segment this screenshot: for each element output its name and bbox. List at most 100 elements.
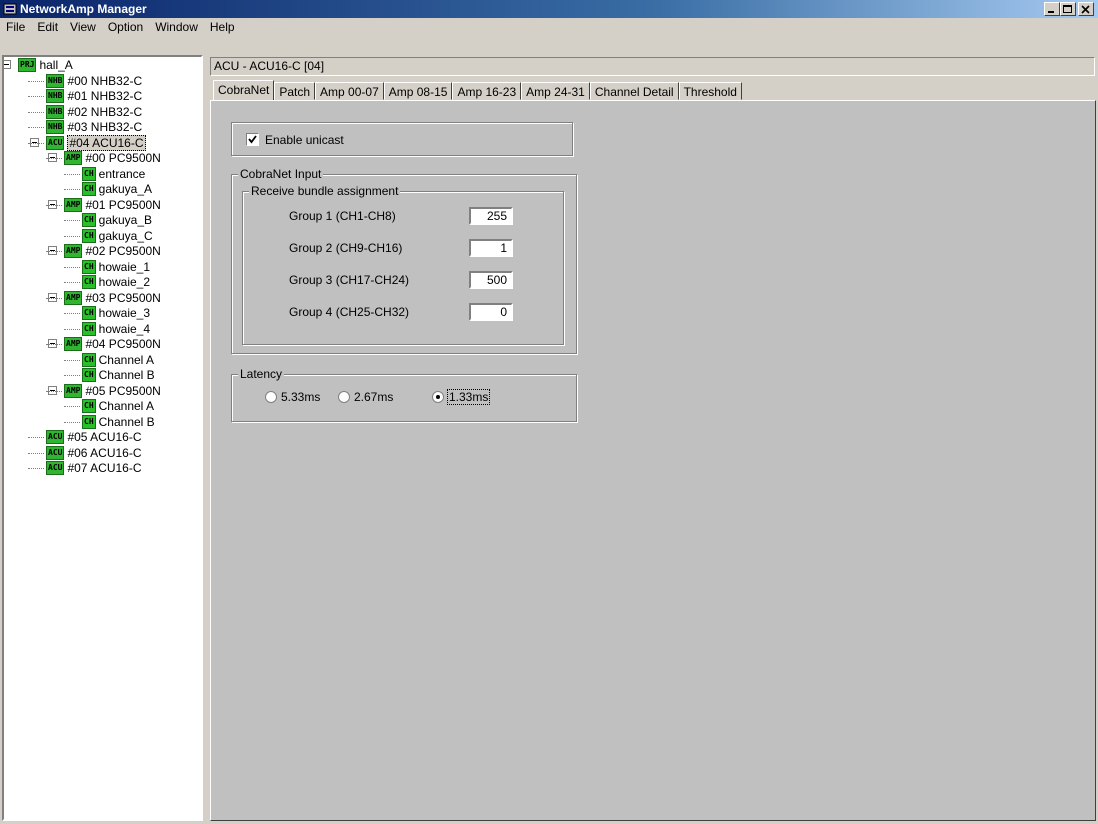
tree-connector: [46, 297, 62, 299]
tree-item[interactable]: CH Channel B: [82, 367, 155, 383]
tree-connector: [64, 282, 80, 283]
group-3-input[interactable]: 500: [469, 271, 513, 289]
check-icon: [248, 135, 257, 144]
device-header: ACU - ACU16-C [04]: [210, 57, 1095, 76]
tree-connector: [64, 220, 80, 221]
tree-item[interactable]: AMP #04 PC9500N: [64, 336, 161, 352]
tab-channel-detail[interactable]: Channel Detail: [589, 82, 679, 100]
tree-item-label: howaie_2: [98, 275, 151, 289]
app-window: NetworkAmp Manager File Edit View Option…: [0, 0, 1098, 824]
latency-group: Latency 5.33ms 2.67ms 1.33ms: [231, 367, 577, 422]
tree-item[interactable]: CH howaie_1: [82, 259, 150, 275]
tree-item[interactable]: CH Channel A: [82, 352, 154, 368]
latency-5-33-radio[interactable]: [265, 391, 277, 403]
app-icon: [3, 3, 17, 15]
tree-item[interactable]: AMP #01 PC9500N: [64, 197, 161, 213]
tree-item[interactable]: CH Channel B: [82, 414, 155, 430]
tree-item-label: #00 NHB32-C: [67, 73, 143, 88]
device-tree[interactable]: PRJ hall_A NHB #00 NHB32-C NHB #01 NHB32-C NHB…: [2, 55, 203, 821]
latency-2-67-label[interactable]: 2.67ms: [354, 390, 393, 404]
tree-item[interactable]: AMP #03 PC9500N: [64, 290, 161, 306]
group-4-input[interactable]: 0: [469, 303, 513, 321]
tree-item-label: entrance: [98, 166, 146, 181]
tree-item[interactable]: NHB #01 NHB32-C: [46, 88, 142, 104]
group-2-input[interactable]: 1: [469, 239, 513, 257]
group-1-input[interactable]: 255: [469, 207, 513, 225]
latency-1-33-radio[interactable]: [432, 391, 444, 403]
tree-item[interactable]: CH Channel A: [82, 398, 154, 414]
tree-item-label: #01 NHB32-C: [67, 89, 143, 103]
tree-connector: [28, 437, 44, 438]
menu-file[interactable]: File: [0, 18, 31, 36]
amp-badge-icon: AMP: [64, 244, 83, 258]
nhb-badge-icon: NHB: [46, 104, 65, 119]
maximize-button[interactable]: [1060, 2, 1076, 16]
group-4-label: Group 4 (CH25-CH32): [289, 305, 410, 319]
ch-badge-icon: CH: [82, 306, 96, 320]
tab-amp-16-23[interactable]: Amp 16-23: [452, 82, 522, 100]
latency-1-33-label[interactable]: 1.33ms: [447, 389, 491, 405]
tree-item-label: Channel A: [98, 352, 155, 367]
splitter[interactable]: [203, 55, 210, 821]
collapse-toggle-icon[interactable]: [4, 60, 11, 69]
tree-item-label: #03 NHB32-C: [67, 120, 143, 134]
menu-option[interactable]: Option: [102, 18, 149, 36]
acu-badge-icon: ACU: [46, 461, 65, 475]
tab-amp-08-15[interactable]: Amp 08-15: [383, 82, 453, 100]
tree-item[interactable]: ACU #05 ACU16-C: [46, 429, 142, 445]
tree-item[interactable]: AMP #02 PC9500N: [64, 243, 161, 259]
nhb-badge-icon: NHB: [46, 120, 65, 134]
tab-cobranet[interactable]: CobraNet: [213, 80, 275, 100]
close-button[interactable]: [1078, 2, 1094, 16]
tree-connector: [46, 251, 62, 252]
tree-item[interactable]: NHB #03 NHB32-C: [46, 119, 142, 135]
tab-amp-00-07[interactable]: Amp 00-07: [315, 82, 384, 100]
acu-badge-icon: ACU: [46, 445, 65, 460]
tree-connector: [28, 127, 44, 128]
unicast-box: Enable unicast: [231, 122, 573, 156]
tree-item[interactable]: CH howaie_2: [82, 274, 150, 290]
tree-item[interactable]: AMP #00 PC9500N: [64, 150, 161, 166]
tree-item[interactable]: CH gakuya_A: [82, 181, 152, 197]
minimize-button[interactable]: [1044, 2, 1060, 16]
prj-badge-icon: PRJ: [18, 58, 37, 72]
tree-connector: [46, 390, 62, 392]
tree-item[interactable]: ACU #06 ACU16-C: [46, 445, 142, 461]
menu-window[interactable]: Window: [149, 18, 204, 36]
bundle-assignment-label: Receive bundle assignment: [249, 184, 401, 198]
tree-item[interactable]: CH gakuya_B: [82, 212, 152, 228]
tree-item[interactable]: CH gakuya_C: [82, 228, 153, 244]
menu-edit[interactable]: Edit: [31, 18, 64, 36]
tree-item[interactable]: ACU #07 ACU16-C: [46, 460, 142, 476]
tree-item[interactable]: PRJ hall_A: [18, 57, 73, 73]
group-1-label: Group 1 (CH1-CH8): [289, 209, 396, 223]
tree-item-label: howaie_4: [98, 321, 151, 336]
ch-badge-icon: CH: [82, 213, 96, 227]
tree-item[interactable]: ACU #04 ACU16-C: [46, 134, 146, 151]
acu-badge-icon: ACU: [46, 135, 65, 150]
amp-badge-icon: AMP: [64, 197, 83, 212]
tree-item[interactable]: NHB #00 NHB32-C: [46, 73, 142, 89]
tab-amp-24-31[interactable]: Amp 24-31: [521, 82, 590, 100]
menu-help[interactable]: Help: [204, 18, 241, 36]
latency-5-33-label[interactable]: 5.33ms: [281, 390, 320, 404]
tab-patch[interactable]: Patch: [274, 82, 316, 100]
menu-view[interactable]: View: [64, 18, 102, 36]
ch-badge-icon: CH: [82, 399, 96, 413]
latency-label: Latency: [238, 367, 285, 381]
tree-item[interactable]: NHB #02 NHB32-C: [46, 104, 142, 120]
tree-item[interactable]: CH entrance: [82, 166, 145, 182]
tree-item[interactable]: AMP #05 PC9500N: [64, 383, 161, 399]
bundle-assignment-group: Receive bundle assignment Group 1 (CH1-C…: [242, 184, 564, 345]
tree-item[interactable]: CH howaie_3: [82, 305, 150, 321]
tree-item[interactable]: CH howaie_4: [82, 321, 150, 337]
title-bar[interactable]: NetworkAmp Manager: [0, 0, 1098, 18]
ch-badge-icon: CH: [82, 228, 96, 243]
enable-unicast-checkbox[interactable]: [246, 133, 259, 146]
tree-item-label: hall_A: [39, 58, 73, 72]
nhb-badge-icon: NHB: [46, 89, 65, 103]
latency-2-67-radio[interactable]: [338, 391, 350, 403]
tree-connector: [46, 204, 62, 206]
ch-badge-icon: CH: [82, 414, 96, 429]
tab-threshold[interactable]: Threshold: [678, 82, 742, 100]
